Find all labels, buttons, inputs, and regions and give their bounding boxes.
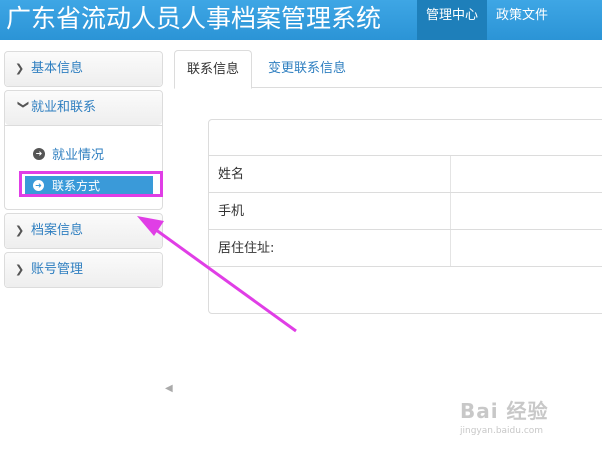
chevron-right-icon: ❯ (15, 62, 25, 75)
app-title: 广东省流动人员人事档案管理系统 (6, 4, 382, 33)
nav-policy-documents[interactable]: 政策文件 (487, 0, 557, 40)
name-value (451, 156, 602, 192)
sidebar-section-header[interactable]: ❯ 基本信息 (5, 52, 162, 86)
sidebar-section-account-management[interactable]: ❯ 账号管理 (4, 252, 163, 288)
contact-info-card: 姓名 手机 居住住址: (208, 119, 602, 314)
top-header-bar: 广东省流动人员人事档案管理系统 管理中心 政策文件 (0, 0, 602, 40)
address-label: 居住住址: (209, 230, 451, 266)
arrow-circle-icon: ➜ (33, 147, 45, 160)
sidebar-item-contact-method[interactable]: ➜ 联系方式 (25, 176, 153, 194)
sidebar-section-label: 就业和联系 (31, 100, 97, 115)
name-label: 姓名 (209, 156, 451, 192)
tab-change-contact-info[interactable]: 变更联系信息 (256, 50, 358, 89)
sidebar-section-archive-info[interactable]: ❯ 档案信息 (4, 213, 163, 249)
chevron-right-icon: ❯ (15, 224, 25, 237)
sidebar-section-header[interactable]: ❯ 账号管理 (5, 253, 162, 287)
sidebar-section-header[interactable]: ❯ 档案信息 (5, 214, 162, 248)
table-row: 姓名 (209, 156, 602, 193)
sidebar-item-employment-status[interactable]: ➜ 就业情况 (33, 144, 104, 163)
sidebar-section-employment-contact[interactable]: ❯ 就业和联系 ➜ 就业情况 ➜ 联系方式 (4, 90, 163, 210)
highlight-box: ➜ 联系方式 (19, 171, 163, 197)
tab-bar: 联系信息 变更联系信息 (174, 50, 602, 89)
sidebar-section-label: 账号管理 (31, 262, 84, 277)
card-header (209, 120, 602, 156)
watermark-url: jingyan.baidu.com (460, 426, 544, 436)
mobile-label: 手机 (209, 193, 451, 229)
nav-management-center[interactable]: 管理中心 (417, 0, 488, 40)
top-nav: 管理中心 政策文件 (417, 0, 557, 40)
sidebar-item-label: 就业情况 (52, 148, 105, 163)
address-value (451, 230, 602, 266)
tab-contact-info[interactable]: 联系信息 (174, 50, 253, 89)
mobile-value (451, 193, 602, 229)
sidebar-section-label: 基本信息 (31, 61, 84, 76)
arrow-circle-icon: ➜ (33, 179, 44, 191)
sidebar-section-header[interactable]: ❯ 就业和联系 (5, 91, 162, 125)
sidebar-section-basic-info[interactable]: ❯ 基本信息 (4, 51, 163, 87)
sidebar-item-label: 联系方式 (52, 178, 101, 193)
collapse-sidebar-icon[interactable]: ◀ (165, 383, 173, 394)
sidebar-section-label: 档案信息 (31, 223, 84, 238)
table-row: 手机 (209, 193, 602, 230)
sidebar-section-body: ➜ 就业情况 ➜ 联系方式 (5, 125, 163, 209)
table-row: 居住住址: (209, 230, 602, 267)
chevron-right-icon: ❯ (15, 263, 25, 276)
sidebar: ❯ 基本信息 ❯ 就业和联系 ➜ 就业情况 ➜ 联系方式 ❯ 档案信息 ❯ 账号… (4, 51, 163, 291)
chevron-down-icon: ❯ (17, 100, 30, 110)
watermark-text: Bai 经验 (460, 399, 549, 423)
watermark: Bai 经验 jingyan.baidu.com (460, 395, 590, 445)
